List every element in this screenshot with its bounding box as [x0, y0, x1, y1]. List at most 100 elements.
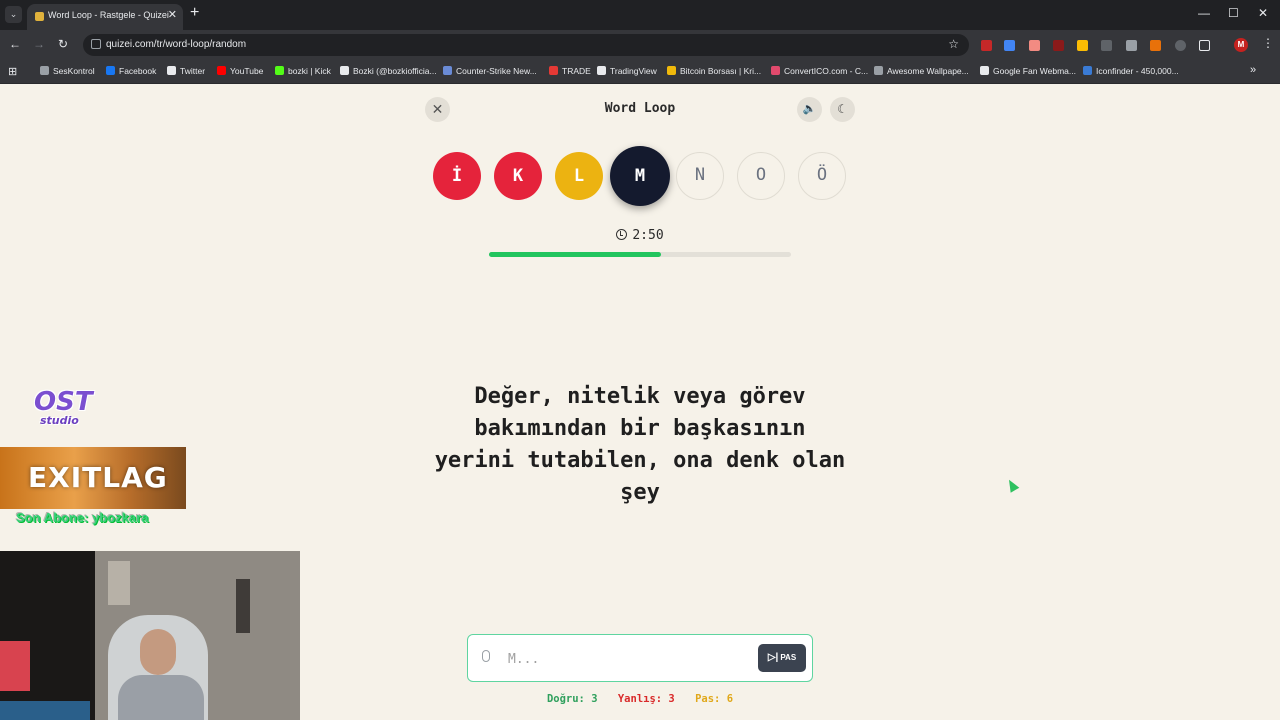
clock-icon	[616, 229, 628, 240]
bookmark-favicon-icon	[106, 66, 115, 75]
bookmark-item[interactable]: Awesome Wallpape...	[874, 66, 969, 76]
tab-favicon-icon	[35, 12, 44, 21]
profile-avatar[interactable]: M	[1234, 38, 1248, 52]
clue-text: Değer, nitelik veya görev bakımından bir…	[434, 384, 846, 505]
bookmark-item[interactable]: Twitter	[167, 66, 205, 76]
extension-icon[interactable]	[1126, 40, 1137, 51]
bookmark-label: Twitter	[180, 66, 206, 76]
timer-value: 2:50	[632, 228, 664, 243]
extension-icon[interactable]	[1150, 40, 1161, 51]
bookmark-label: ConvertICO.com - C...	[784, 66, 869, 76]
address-bar[interactable]: quizei.com/tr/word-loop/random ☆	[83, 34, 969, 56]
browser-menu-icon[interactable]: ⋮	[1262, 36, 1274, 50]
browser-tab[interactable]: Word Loop - Rastgele - Quizei ✕	[27, 4, 183, 30]
new-tab-button[interactable]: +	[190, 4, 199, 22]
bookmark-item[interactable]: Facebook	[106, 66, 156, 76]
bookmark-favicon-icon	[40, 66, 49, 75]
close-window-icon[interactable]: ✕	[1258, 6, 1268, 20]
bookmark-item[interactable]: Google Fan Webma...	[980, 66, 1076, 76]
exitlag-logo: EXITLAG	[28, 461, 168, 494]
bookmark-label: Awesome Wallpape...	[887, 66, 969, 76]
bookmark-item[interactable]: TRADE	[549, 66, 591, 76]
webcam-poster	[108, 561, 130, 605]
minimize-icon[interactable]: —	[1198, 6, 1210, 20]
letter-circle-pending: N	[676, 152, 724, 200]
bookmark-favicon-icon	[667, 66, 676, 75]
bookmark-item[interactable]: Counter-Strike New...	[443, 66, 537, 76]
tab-search-icon[interactable]: ⌄	[5, 6, 22, 23]
bookmark-item[interactable]: SesKontrol	[40, 66, 95, 76]
bookmark-label: Facebook	[119, 66, 157, 76]
bookmark-item[interactable]: YouTube	[217, 66, 263, 76]
bookmark-label: YouTube	[230, 66, 264, 76]
more-bookmarks-icon[interactable]: »	[1250, 64, 1256, 76]
tab-close-icon[interactable]: ✕	[168, 8, 177, 21]
browser-tab-bar: ⌄ Word Loop - Rastgele - Quizei ✕ + — ☐ …	[0, 0, 1280, 30]
bookmark-favicon-icon	[980, 66, 989, 75]
bookmark-item[interactable]: TradingView	[597, 66, 657, 76]
extension-icon[interactable]	[1053, 40, 1064, 51]
apps-grid-icon[interactable]: ⊞	[8, 65, 17, 78]
pass-count: Pas: 6	[695, 693, 734, 705]
pass-button[interactable]: ▷| PAS	[758, 644, 806, 672]
bookmark-favicon-icon	[597, 66, 606, 75]
url-text[interactable]: quizei.com/tr/word-loop/random	[106, 39, 246, 50]
webcam-poster	[236, 579, 250, 633]
sound-toggle-icon[interactable]: 🔈	[797, 97, 822, 122]
bookmarks-bar: ⊞ SesKontrol Facebook Twitter YouTube bozki …	[0, 60, 1280, 84]
bookmark-item[interactable]: Bozki (@bozkiofficia...	[340, 66, 437, 76]
bookmark-label: TRADE	[562, 66, 591, 76]
dark-mode-icon[interactable]: ☾	[830, 97, 855, 122]
timer: 2:50	[600, 228, 680, 243]
webcam-person	[140, 629, 176, 675]
webcam-person-body	[118, 675, 204, 720]
bookmark-label: Bozki (@bozkiofficia...	[353, 66, 437, 76]
exitlag-banner: EXITLAG	[0, 447, 186, 509]
bookmark-item[interactable]: ConvertICO.com - C...	[771, 66, 868, 76]
letter-circle-wrong: İ	[433, 152, 481, 200]
bookmark-favicon-icon	[443, 66, 452, 75]
wrong-count: Yanlış: 3	[617, 693, 675, 705]
letter-circle-active: M	[610, 146, 670, 206]
webcam-feed	[0, 551, 300, 720]
extension-icon[interactable]	[1101, 40, 1112, 51]
time-progress-bar	[489, 252, 791, 257]
bookmark-star-icon[interactable]: ☆	[948, 37, 959, 51]
webcam-shadow	[0, 551, 95, 720]
maximize-icon[interactable]: ☐	[1228, 6, 1239, 20]
answer-input[interactable]	[508, 648, 748, 670]
letter-circle-wrong: K	[494, 152, 542, 200]
forward-icon[interactable]: →	[33, 37, 45, 51]
bookmark-favicon-icon	[1083, 66, 1092, 75]
bookmark-favicon-icon	[874, 66, 883, 75]
bookmark-item[interactable]: bozki | Kick	[275, 66, 331, 76]
bookmark-favicon-icon	[549, 66, 558, 75]
extension-icon[interactable]	[981, 40, 992, 51]
bookmark-item[interactable]: Iconfinder - 450,000...	[1083, 66, 1179, 76]
pass-label: PAS	[780, 653, 797, 662]
bookmark-favicon-icon	[167, 66, 176, 75]
microphone-icon[interactable]	[482, 650, 490, 662]
back-icon[interactable]: ←	[9, 37, 21, 51]
bookmark-item[interactable]: Bitcoin Borsası | Kri...	[667, 66, 761, 76]
extension-icon[interactable]	[1175, 40, 1186, 51]
bookmark-favicon-icon	[217, 66, 226, 75]
bookmark-label: Google Fan Webma...	[993, 66, 1076, 76]
extensions-puzzle-icon[interactable]	[1199, 40, 1210, 51]
bookmark-favicon-icon	[275, 66, 284, 75]
tab-title: Word Loop - Rastgele - Quizei	[48, 10, 169, 20]
letter-circle-pending: O	[737, 152, 785, 200]
bookmark-label: Bitcoin Borsası | Kri...	[680, 66, 762, 76]
site-info-icon[interactable]	[91, 39, 101, 49]
last-subscriber: Son Abone: ybozkara	[16, 510, 149, 525]
translate-extension-icon[interactable]	[1004, 40, 1015, 51]
time-progress-fill	[489, 252, 662, 257]
extension-icon[interactable]	[1077, 40, 1088, 51]
close-game-button[interactable]: ✕	[425, 97, 450, 122]
reload-icon[interactable]: ↻	[58, 37, 68, 51]
bookmark-label: TradingView	[610, 66, 657, 76]
letter-circle-passed: L	[555, 152, 603, 200]
extension-icon[interactable]	[1029, 40, 1040, 51]
bookmark-favicon-icon	[771, 66, 780, 75]
webcam-desk	[0, 701, 90, 720]
